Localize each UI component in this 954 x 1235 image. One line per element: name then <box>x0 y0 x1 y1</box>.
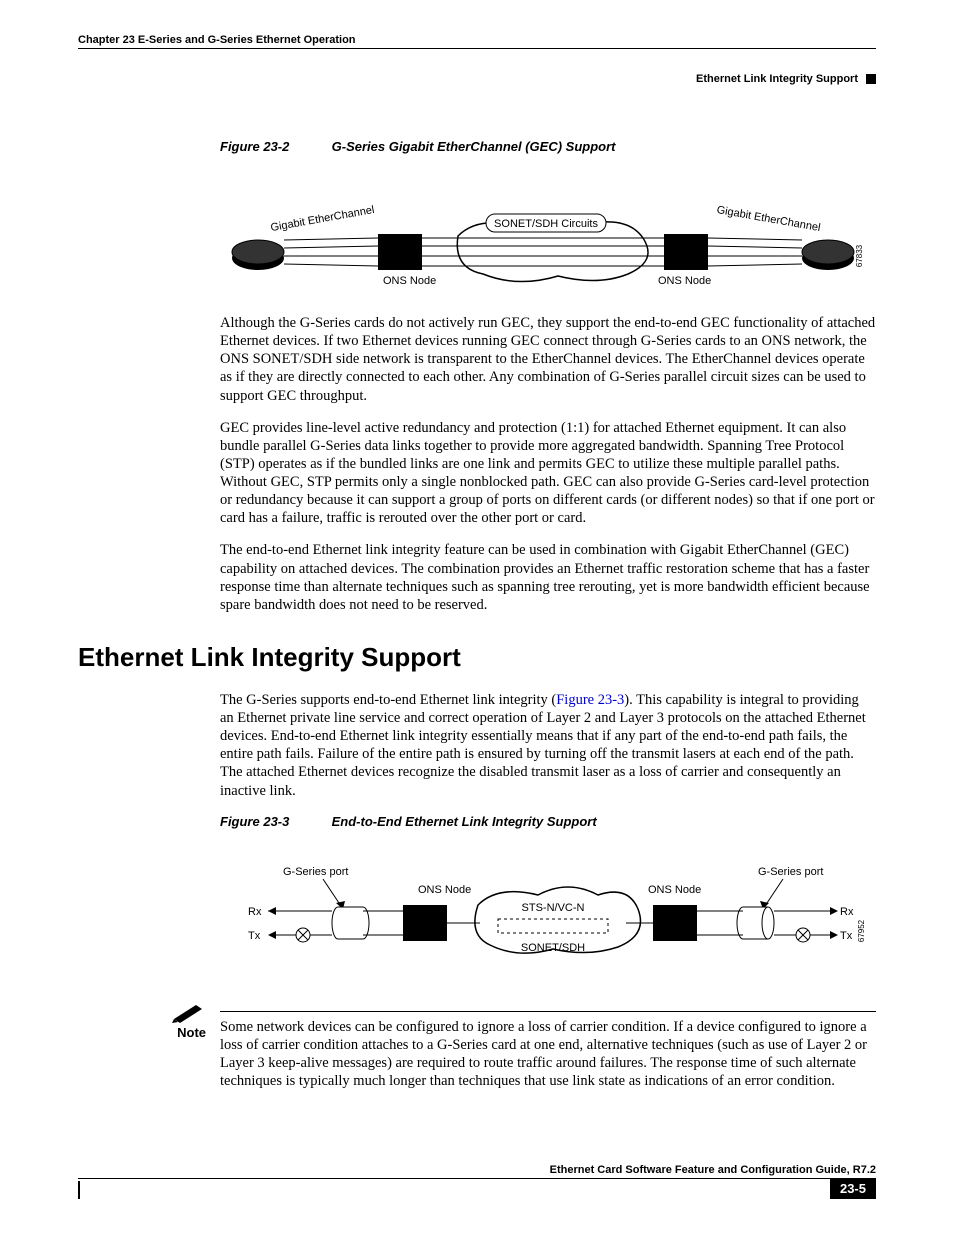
figure-2-id: 67952 <box>857 919 866 942</box>
ons-left-label: ONS Node <box>383 275 436 287</box>
rx-left: Rx <box>248 906 262 918</box>
sonet-label: SONET/SDH Circuits <box>494 218 598 230</box>
note-label: Note <box>168 1025 206 1040</box>
figure-1-title: G-Series Gigabit EtherChannel (GEC) Supp… <box>332 139 616 154</box>
footer-tick-icon <box>78 1181 80 1199</box>
figure-2-number: Figure 23-3 <box>220 814 328 829</box>
li-pre: The G-Series supports end-to-end Etherne… <box>220 692 556 708</box>
link-integrity-diagram: G-Series port G-Series port STS-N/VC-N S… <box>228 861 868 981</box>
gport-right-label: G-Series port <box>758 866 823 878</box>
page-header: Chapter 23 E-Series and G-Series Etherne… <box>78 34 876 46</box>
page-number: 23-5 <box>830 1178 876 1199</box>
page-footer: Ethernet Card Software Feature and Confi… <box>78 1164 876 1199</box>
figure-reference-link[interactable]: Figure 23-3 <box>556 692 624 708</box>
paragraph-3: The end-to-end Ethernet link integrity f… <box>220 541 876 614</box>
note-pencil-icon <box>172 1001 206 1023</box>
sonet-label-2: SONET/SDH <box>521 942 585 954</box>
header-marker-icon <box>866 74 876 84</box>
figure-2-title: End-to-End Ethernet Link Integrity Suppo… <box>332 814 597 829</box>
paragraph-2: GEC provides line-level active redundanc… <box>220 419 876 528</box>
figure-1-number: Figure 23-2 <box>220 139 328 154</box>
ons-right-2: ONS Node <box>648 884 701 896</box>
sts-label: STS-N/VC-N <box>522 902 585 914</box>
section-title-header: Ethernet Link Integrity Support <box>696 73 858 85</box>
note-block: Note Some network devices can be configu… <box>168 1001 876 1091</box>
ons-right-label: ONS Node <box>658 275 711 287</box>
figure-1-id: 67833 <box>855 244 864 267</box>
section-heading: Ethernet Link Integrity Support <box>78 642 876 673</box>
tx-right: Tx <box>840 930 853 942</box>
note-text: Some network devices can be configured t… <box>220 1019 867 1089</box>
footer-doc-title: Ethernet Card Software Feature and Confi… <box>78 1164 876 1176</box>
gec-support-diagram: SONET/SDH Circuits ONS Node ONS Node Gig… <box>228 186 868 296</box>
gec-right-label: Gigabit EtherChannel <box>716 204 822 234</box>
figure-2-caption: Figure 23-3 End-to-End Ethernet Link Int… <box>220 814 876 829</box>
link-integrity-paragraph: The G-Series supports end-to-end Etherne… <box>220 691 876 800</box>
gport-left-label: G-Series port <box>283 866 348 878</box>
header-rule <box>78 48 876 49</box>
figure-1-caption: Figure 23-2 G-Series Gigabit EtherChanne… <box>220 139 876 154</box>
gec-left-label: Gigabit EtherChannel <box>270 204 376 234</box>
tx-left: Tx <box>248 930 261 942</box>
chapter-title: Chapter 23 E-Series and G-Series Etherne… <box>78 34 356 46</box>
rx-right: Rx <box>840 906 854 918</box>
ons-left-2: ONS Node <box>418 884 471 896</box>
paragraph-1: Although the G-Series cards do not activ… <box>220 314 876 405</box>
